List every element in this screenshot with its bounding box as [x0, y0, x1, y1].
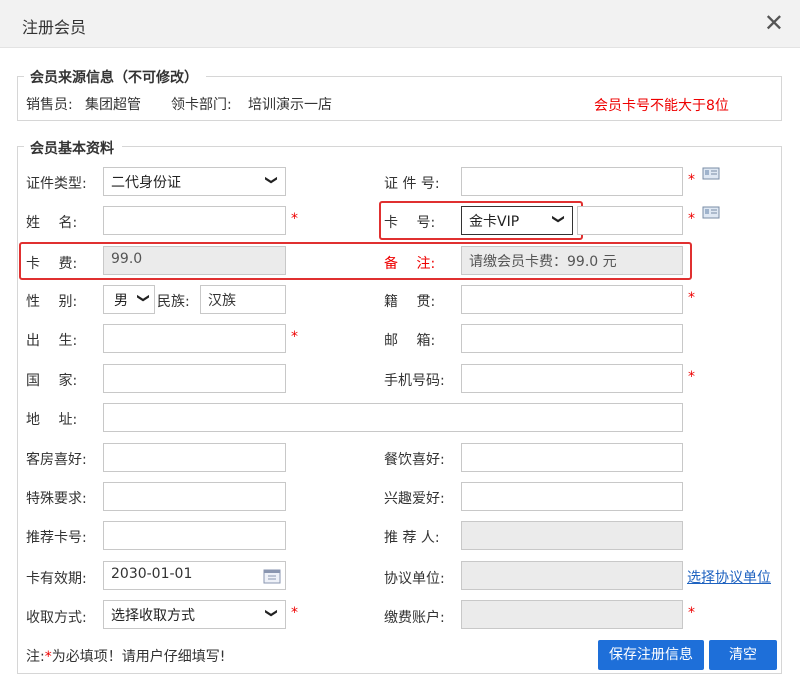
email-label: 邮 箱:	[384, 333, 436, 349]
gender-label: 性 别:	[26, 294, 78, 310]
expiry-input[interactable]: 2030-01-01	[103, 561, 286, 590]
id-type-value: 二代身份证	[111, 175, 181, 191]
remark-value: 请缴会员卡费：99.0 元	[469, 254, 617, 270]
fee-label: 卡 费:	[26, 256, 78, 272]
ethnicity-value: 汉族	[208, 293, 236, 309]
address-label: 地 址:	[26, 412, 78, 428]
ref-card-label: 推荐卡号:	[26, 530, 87, 546]
id-no-label: 证 件 号:	[384, 176, 440, 192]
hobby-input[interactable]	[461, 482, 683, 511]
save-button[interactable]: 保存注册信息	[598, 640, 704, 670]
room-pref-input[interactable]	[103, 443, 286, 472]
ethnicity-input[interactable]: 汉族	[200, 285, 286, 314]
select-agreement-link[interactable]: 选择协议单位	[687, 567, 771, 587]
card-no-input[interactable]	[577, 206, 683, 235]
fee-input: 99.0	[103, 246, 286, 275]
calendar-icon[interactable]	[263, 568, 281, 584]
required-star: *	[688, 369, 695, 385]
ref-card-input[interactable]	[103, 521, 286, 550]
chevron-down-icon: ❯	[136, 292, 151, 304]
country-label: 国 家:	[26, 373, 78, 389]
required-star: *	[291, 329, 298, 345]
id-type-label: 证件类型:	[26, 176, 87, 192]
required-star: *	[688, 211, 695, 227]
hobby-label: 兴趣爱好:	[384, 491, 445, 507]
salesperson-value: 集团超管	[85, 97, 141, 113]
name-input[interactable]	[103, 206, 286, 235]
remark-input: 请缴会员卡费：99.0 元	[461, 246, 683, 275]
note-prefix: 注:	[26, 649, 45, 665]
required-star: *	[688, 290, 695, 306]
remark-label: 备 注:	[384, 256, 436, 272]
basic-legend: 会员基本资料	[24, 138, 120, 158]
dining-pref-input[interactable]	[461, 443, 683, 472]
native-input[interactable]	[461, 285, 683, 314]
id-card-reader-icon[interactable]	[702, 205, 722, 221]
fee-value: 99.0	[111, 251, 143, 267]
collect-value: 选择收取方式	[111, 608, 195, 624]
account-input	[461, 600, 683, 629]
card-type-select[interactable]: 金卡VIP ❯	[461, 206, 573, 235]
note-star: *	[44, 649, 52, 665]
dept-label: 领卡部门:	[171, 97, 232, 113]
expiry-label: 卡有效期:	[26, 571, 87, 587]
phone-label: 手机号码:	[384, 373, 445, 389]
note-text: 为必填项！请用户仔细填写!	[51, 649, 226, 665]
birth-input[interactable]	[103, 324, 286, 353]
special-input[interactable]	[103, 482, 286, 511]
agreement-label: 协议单位:	[384, 571, 445, 587]
dining-pref-label: 餐饮喜好:	[384, 452, 445, 468]
special-label: 特殊要求:	[26, 491, 87, 507]
id-no-input[interactable]	[461, 167, 683, 196]
referrer-input	[461, 521, 683, 550]
email-input[interactable]	[461, 324, 683, 353]
required-star: *	[688, 605, 695, 621]
card-length-warning: 会员卡号不能大于8位	[594, 98, 729, 114]
referrer-label: 推 荐 人:	[384, 530, 440, 546]
dept-value: 培训演示一店	[248, 97, 332, 113]
salesperson-label: 销售员:	[26, 97, 73, 113]
gender-value: 男	[114, 293, 128, 309]
chevron-down-icon: ❯	[264, 174, 279, 186]
account-label: 缴费账户:	[384, 610, 445, 626]
close-icon[interactable]: ✕	[764, 10, 784, 36]
expiry-value: 2030-01-01	[111, 566, 193, 582]
dialog-titlebar: 注册会员 ✕	[0, 0, 800, 48]
required-star: *	[688, 172, 695, 188]
phone-input[interactable]	[461, 364, 683, 393]
id-type-select[interactable]: 二代身份证 ❯	[103, 167, 286, 196]
clear-button[interactable]: 清空	[709, 640, 777, 670]
card-label: 卡 号:	[384, 215, 436, 231]
id-card-reader-icon[interactable]	[702, 166, 722, 182]
source-legend: 会员来源信息（不可修改）	[24, 67, 204, 87]
required-star: *	[291, 605, 298, 621]
card-type-value: 金卡VIP	[469, 214, 520, 230]
collect-select[interactable]: 选择收取方式 ❯	[103, 600, 286, 629]
ethnicity-label: 民族:	[157, 294, 190, 310]
name-label: 姓 名:	[26, 215, 78, 231]
room-pref-label: 客房喜好:	[26, 452, 87, 468]
address-input[interactable]	[103, 403, 683, 432]
required-star: *	[291, 211, 298, 227]
gender-select[interactable]: 男 ❯	[103, 285, 155, 314]
chevron-down-icon: ❯	[551, 213, 566, 225]
native-label: 籍 贯:	[384, 294, 436, 310]
dialog-title: 注册会员	[22, 18, 87, 37]
country-input[interactable]	[103, 364, 286, 393]
agreement-input	[461, 561, 683, 590]
collect-label: 收取方式:	[26, 610, 87, 626]
chevron-down-icon: ❯	[264, 607, 279, 619]
footer-note: 注:*为必填项！请用户仔细填写!	[26, 646, 225, 666]
birth-label: 出 生:	[26, 333, 78, 349]
